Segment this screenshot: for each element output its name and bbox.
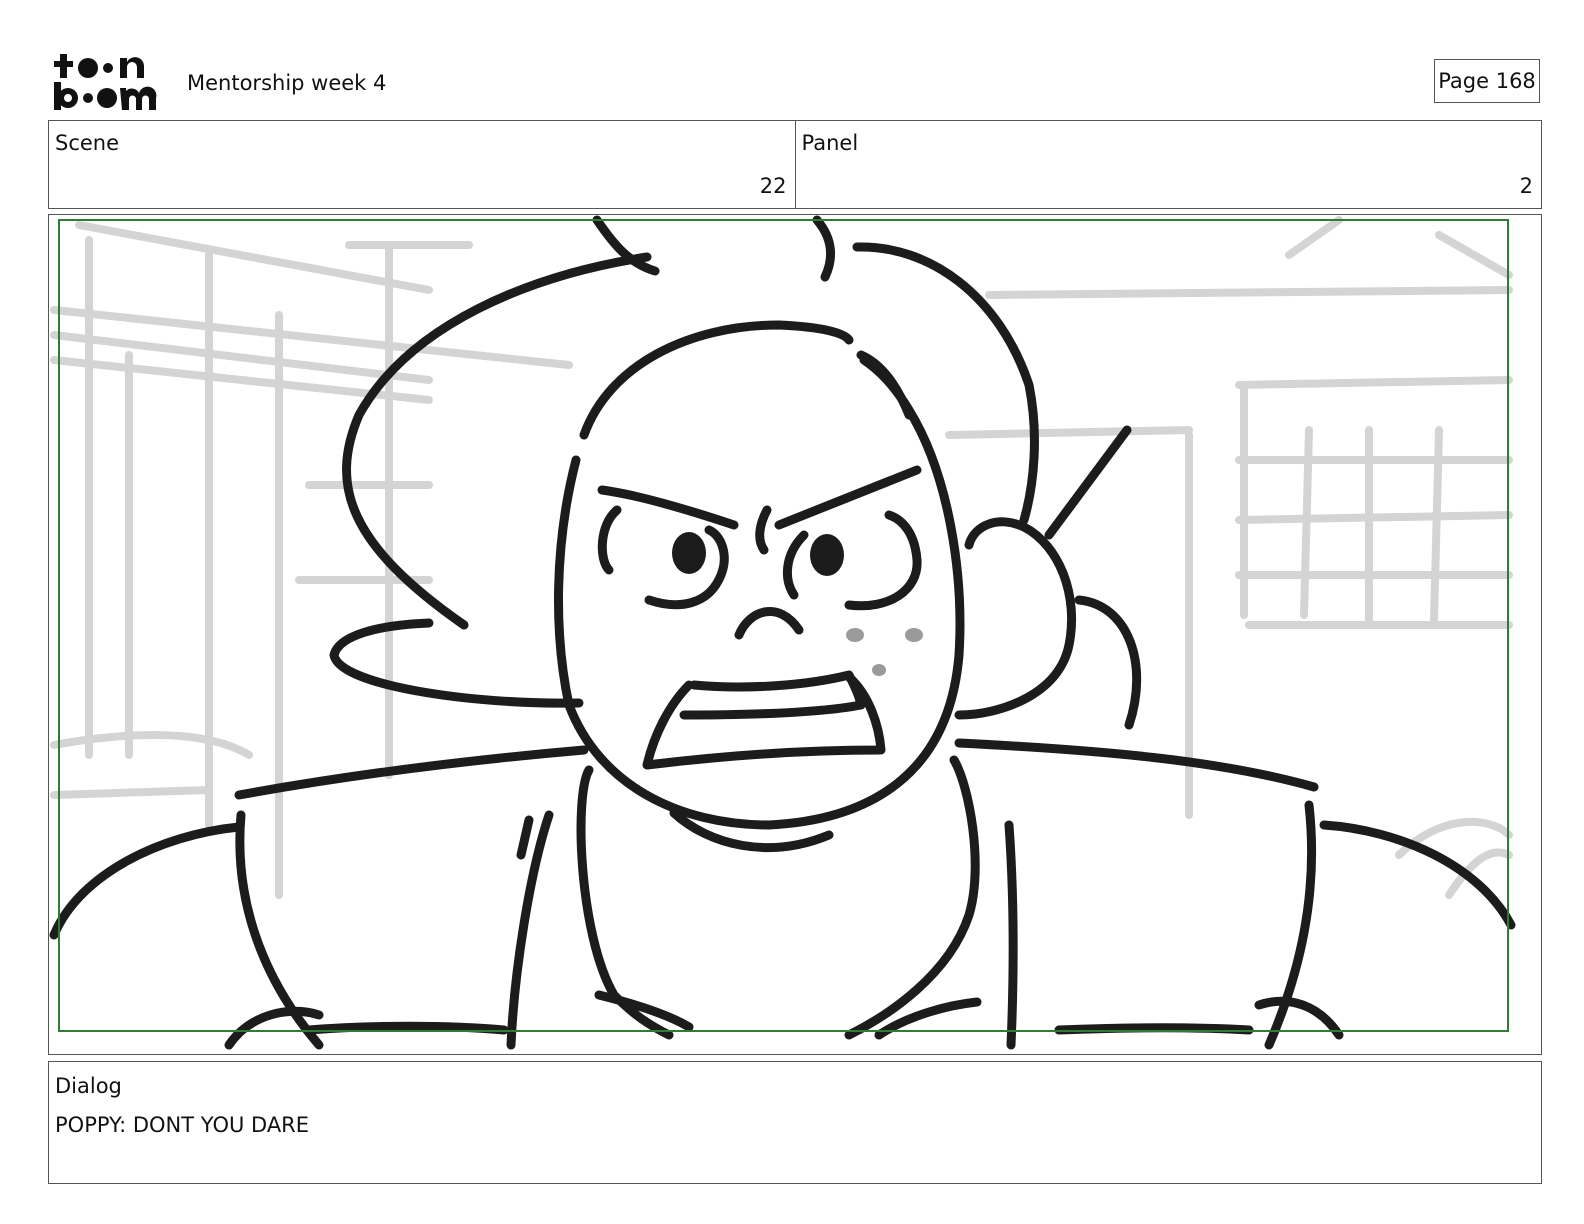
dialog-box: Dialog POPPY: DONT YOU DARE: [48, 1061, 1542, 1184]
character-lineart: [49, 215, 1516, 1050]
freckles: [846, 628, 923, 676]
toon-boom-logo-icon: [54, 54, 157, 110]
storyboard-panel: [48, 214, 1542, 1055]
scene-number: 22: [759, 174, 787, 198]
scene-cell: Scene 22: [49, 121, 795, 208]
dialog-text: POPPY: DONT YOU DARE: [55, 1113, 310, 1137]
page-number: Page 168: [1434, 59, 1540, 103]
panel-drawing: [49, 215, 1516, 1050]
dialog-label: Dialog: [55, 1074, 122, 1098]
panel-number: 2: [1519, 174, 1533, 198]
panel-label: Panel: [801, 131, 859, 155]
toon-boom-logo: [50, 50, 164, 112]
scene-label: Scene: [55, 131, 120, 155]
panel-cell: Panel 2: [794, 121, 1542, 208]
scene-panel-row: Scene 22 Panel 2: [48, 120, 1542, 209]
document-title: Mentorship week 4: [187, 71, 387, 95]
